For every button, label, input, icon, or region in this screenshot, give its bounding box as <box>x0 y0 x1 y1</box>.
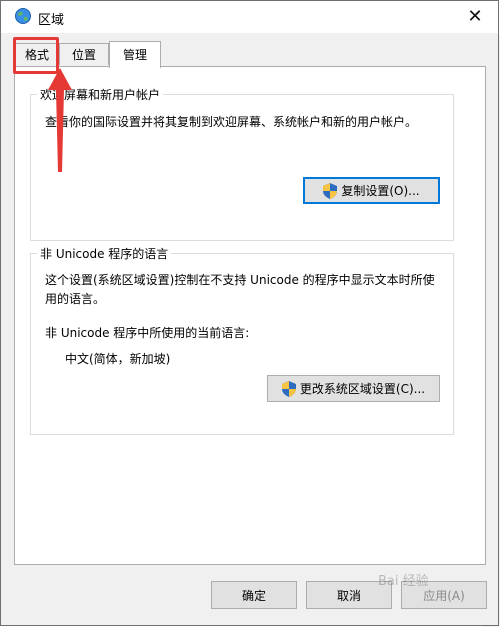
uac-shield-icon <box>323 182 338 199</box>
watermark: Bai 经验 <box>378 574 429 589</box>
tab-location[interactable]: 位置 <box>59 43 109 65</box>
unicode-description-line1: 这个设置(系统区域设置)控制在不支持 Unicode 的程序中显示文本时所使 <box>45 273 435 287</box>
ok-button[interactable]: 确定 <box>211 581 297 609</box>
tab-panel: 欢迎屏幕和新用户帐户 查看你的国际设置并将其复制到欢迎屏幕、系统帐户和新的用户帐… <box>14 66 486 565</box>
copy-settings-button[interactable]: 复制设置(O)... <box>303 177 440 204</box>
current-language-label: 非 Unicode 程序中所使用的当前语言: <box>45 326 250 340</box>
non-unicode-group: 非 Unicode 程序的语言 这个设置(系统区域设置)控制在不支持 Unico… <box>30 245 454 435</box>
title-bar: 区域 ✕ <box>1 1 498 33</box>
close-icon: ✕ <box>467 6 483 27</box>
tab-administrative[interactable]: 管理 <box>109 41 161 68</box>
welcome-screen-group: 欢迎屏幕和新用户帐户 查看你的国际设置并将其复制到欢迎屏幕、系统帐户和新的用户帐… <box>30 86 454 241</box>
current-language-value: 中文(简体，新加坡) <box>65 352 171 366</box>
window-title: 区域 <box>38 13 65 28</box>
annotation-arrow-icon <box>48 68 72 172</box>
group-title: 非 Unicode 程序的语言 <box>37 245 172 262</box>
uac-shield-icon <box>281 380 296 397</box>
globe-icon <box>15 8 31 24</box>
welcome-description: 查看你的国际设置并将其复制到欢迎屏幕、系统帐户和新的用户帐户。 <box>45 115 418 129</box>
change-system-locale-button[interactable]: 更改系统区域设置(C)... <box>267 375 440 402</box>
copy-settings-label: 复制设置(O)... <box>341 184 420 198</box>
close-button[interactable]: ✕ <box>462 5 488 29</box>
change-locale-label: 更改系统区域设置(C)... <box>299 382 426 396</box>
unicode-description-line2: 用的语言。 <box>45 292 106 306</box>
region-dialog: 区域 ✕ 格式 位置 管理 欢迎屏幕和新用户帐户 查看你的国际设置并将其复制到欢… <box>0 0 499 626</box>
